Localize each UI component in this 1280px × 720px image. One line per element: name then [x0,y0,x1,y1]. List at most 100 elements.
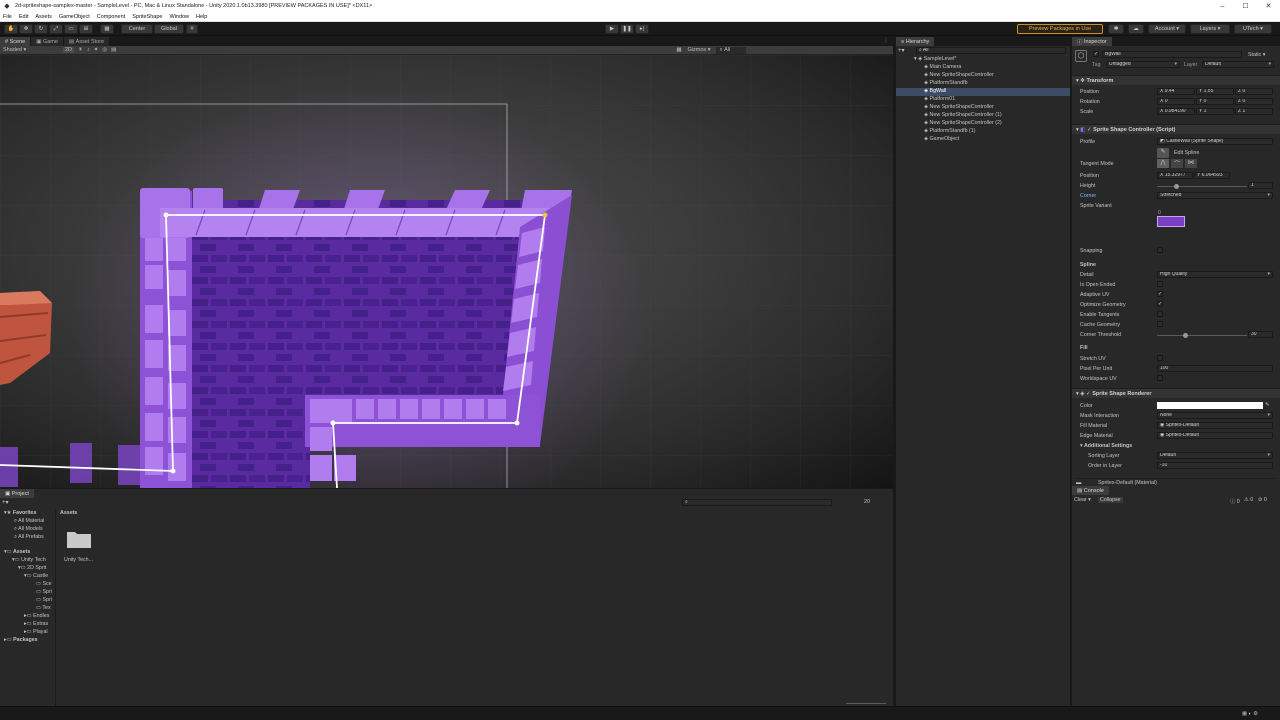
hand-tool-icon[interactable]: ✋ [4,24,18,34]
hierarchy-add-button[interactable]: +▾ [898,47,905,54]
menu-gameobject[interactable]: GameObject [59,14,90,20]
scene-camera-icon[interactable]: ▤ [111,47,116,53]
console-clear-button[interactable]: Clear ▾ [1074,497,1091,503]
object-name-input[interactable]: BgWall [1102,51,1242,58]
panel-menu-icon[interactable]: ⋮ [883,37,889,44]
layer-dropdown[interactable]: Default [1202,61,1274,68]
menu-help[interactable]: Help [196,14,207,20]
tree-item[interactable]: ⌕ All Prefabs [14,534,44,541]
tree-item[interactable]: ▾▭ Unity Tech [12,557,46,563]
project-search-input[interactable]: ⌕ [682,499,832,506]
tab-inspector[interactable]: ⓘ Inspector [1072,37,1112,46]
material-preview-row[interactable]: ▬ Sprites-Default (Material) [1076,478,1276,486]
position-z-field[interactable]: Z 0 [1235,88,1273,95]
enable-tangents-checkbox[interactable] [1157,311,1163,317]
step-button[interactable]: ▸| [635,24,649,34]
rotate-tool-icon[interactable]: ↻ [34,24,48,34]
optimize-geometry-checkbox[interactable]: ✓ [1157,301,1163,307]
custom-tool-icon[interactable]: ▦ [100,24,114,34]
spline-point[interactable] [330,420,336,426]
tree-item[interactable]: ▸▭ Extras [24,621,48,627]
menu-component[interactable]: Component [97,14,125,20]
transform-header[interactable]: ▾ ✥ Transform [1072,75,1280,85]
hierarchy-item[interactable]: ◈ New SpriteShapeController [924,104,994,110]
shading-mode-dropdown[interactable]: Shaded ▾ [3,47,53,53]
pivot-center-toggle[interactable]: Center [121,24,153,34]
minimize-button[interactable]: – [1211,0,1234,12]
hierarchy-item[interactable]: ◈ Main Camera [924,64,961,70]
scene-search-field[interactable]: ⌕ All [716,46,747,54]
is-open-ended-checkbox[interactable] [1157,281,1163,287]
spline-point[interactable] [170,468,176,474]
point-x-field[interactable]: X 15.32977 [1157,172,1193,179]
grid-snap-icon[interactable]: # [186,24,198,34]
tree-item[interactable]: ▾▭ Assets [4,549,30,555]
hierarchy-item[interactable]: ◈ Platform01 [924,96,955,102]
account-dropdown[interactable]: Account ▾ [1148,24,1186,34]
audio-toggle-icon[interactable]: ♪ [87,47,90,53]
hierarchy-item[interactable]: ◈ PlatformStandfb (1) [924,128,975,134]
adaptive-uv-checkbox[interactable]: ✓ [1157,291,1163,297]
sorting-layer-dropdown[interactable]: Default [1157,452,1273,459]
rect-tool-icon[interactable]: ▭ [64,24,78,34]
collab-icon[interactable]: ✱ [1108,24,1124,34]
hierarchy-item[interactable]: ◈ GameObject [924,136,959,142]
sprite-shape-controller-header[interactable]: ▾ ◧ ✓ Sprite Shape Controller (Script) [1072,124,1280,134]
spline-point-selected[interactable] [542,212,548,218]
status-icons[interactable]: ▦ ◐ ⚙ [1242,711,1258,717]
hierarchy-item[interactable]: ◈ New SpriteShapeController (2) [924,120,1002,126]
thumbnail-size-slider[interactable] [846,703,886,704]
corner-threshold-slider[interactable] [1157,335,1247,336]
transform-tool-icon[interactable]: ⊞ [79,24,93,34]
tree-item[interactable]: ▸▭ Packages [4,637,38,643]
edge-material-field[interactable]: ◉ Sprites-Default [1157,432,1273,439]
menu-window[interactable]: Window [169,14,189,20]
pause-button[interactable]: ❚❚ [620,24,634,34]
height-slider[interactable] [1157,186,1247,187]
rotation-z-field[interactable]: Z 0 [1235,98,1273,105]
tangent-linear-icon[interactable]: ⋀ [1157,159,1169,168]
tree-item[interactable]: ▭ Tex [36,605,51,611]
cloud-icon[interactable]: ☁ [1128,24,1144,34]
hierarchy-item[interactable]: ◈ New SpriteShapeController (1) [924,112,1002,118]
hidden-objects-icon[interactable]: ◎ [102,47,107,53]
tab-console[interactable]: ▤ Console [1072,486,1109,495]
tree-item[interactable]: ▭ Spri [36,589,52,595]
detail-dropdown[interactable]: High Quality [1157,271,1273,278]
tangent-broken-icon[interactable]: ⋈ [1185,159,1197,168]
layout-dropdown[interactable]: UTech ▾ [1234,24,1272,34]
tab-hierarchy[interactable]: ≡ Hierarchy [896,37,935,46]
console-collapse-button[interactable]: Collapse [1098,497,1123,503]
scale-z-field[interactable]: Z 1 [1235,108,1273,115]
tree-item[interactable]: ⌕ All Material [14,518,44,525]
menu-file[interactable]: File [3,14,12,20]
pivot-global-toggle[interactable]: Global [154,24,184,34]
scene-grid-icon[interactable]: ▦ [676,47,681,53]
layers-dropdown[interactable]: Layers ▾ [1190,24,1230,34]
tree-item[interactable]: ▾▭ Castle [24,573,48,579]
height-slider-knob[interactable] [1174,184,1179,189]
edit-spline-icon[interactable]: ✎ [1157,148,1169,158]
position-y-field[interactable]: Y 1.55 [1196,88,1234,95]
spline-point[interactable] [163,212,169,218]
rotation-x-field[interactable]: X 0 [1157,98,1195,105]
point-y-field[interactable]: Y 6.064593 [1194,172,1230,179]
maximize-button[interactable]: ☐ [1234,0,1257,12]
tree-item[interactable]: ⌕ All Models [14,526,43,533]
additional-settings-label[interactable]: ▾ Additional Settings [1080,443,1132,449]
menu-assets[interactable]: Assets [35,14,52,20]
cache-geometry-checkbox[interactable] [1157,321,1163,327]
tree-item[interactable]: ▭ Sce [36,581,52,587]
corner-threshold-input[interactable]: 30 [1248,331,1273,338]
tag-dropdown[interactable]: Untagged [1106,61,1180,68]
preview-packages-button[interactable]: Preview Packages in Use [1017,24,1103,34]
static-toggle[interactable]: Static ▾ [1248,52,1265,58]
color-swatch[interactable] [1157,402,1263,409]
menu-spriteshape[interactable]: SpriteShape [132,14,162,20]
profile-object-field[interactable]: ◩ CastleWall (Sprite Shape) [1157,138,1273,145]
tree-item[interactable]: ▾▭ 2D Sprit [18,565,46,571]
stretch-uv-checkbox[interactable] [1157,355,1163,361]
close-button[interactable]: ✕ [1257,0,1280,12]
scene-viewport[interactable] [0,55,893,488]
scale-tool-icon[interactable]: ⤢ [49,24,63,34]
